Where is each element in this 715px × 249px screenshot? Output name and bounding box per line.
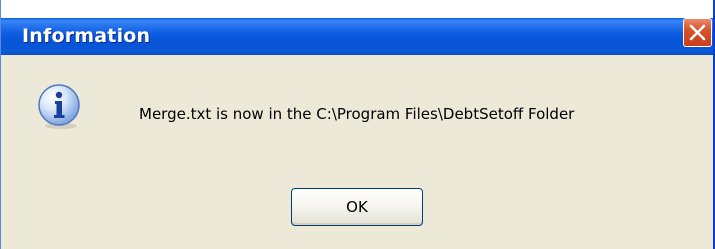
close-x-icon xyxy=(689,24,706,41)
message-text: Merge.txt is now in the C:\Program Files… xyxy=(139,105,575,123)
title-bar-strip: Information xyxy=(1,18,713,55)
information-icon xyxy=(38,84,80,129)
dialog-title: Information xyxy=(22,25,151,47)
information-dialog: Information Merge.txt is now in the C:\P… xyxy=(0,0,715,249)
dialog-body: Merge.txt is now in the C:\Program Files… xyxy=(1,55,713,249)
close-button[interactable] xyxy=(683,18,712,47)
ok-button[interactable]: OK xyxy=(291,188,423,226)
title-bar: Information xyxy=(1,0,713,55)
